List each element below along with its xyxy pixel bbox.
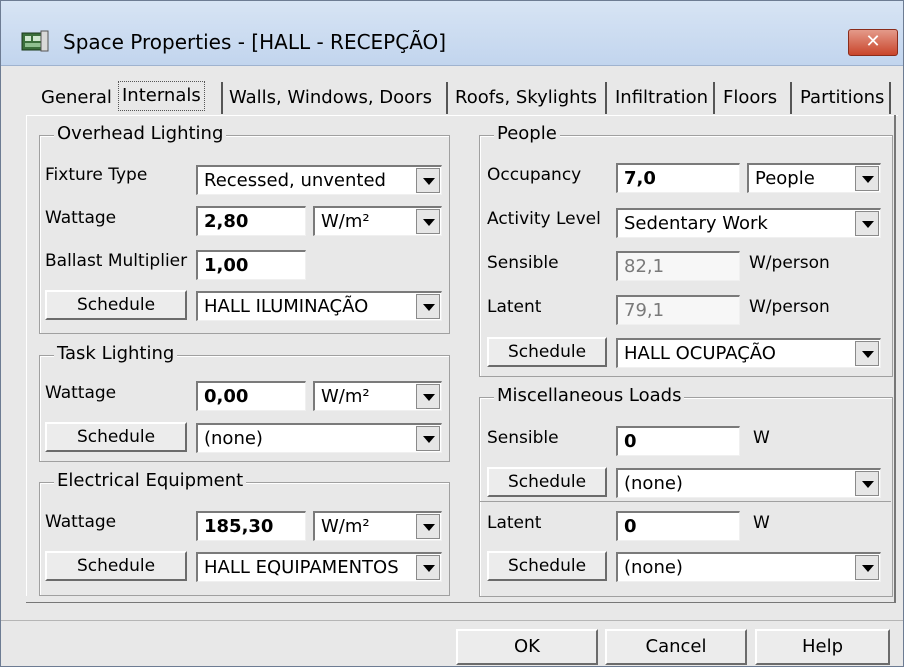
misc-sensible-input[interactable]: 0 <box>616 426 740 456</box>
unit-value: W/m² <box>321 516 370 537</box>
chevron-down-icon[interactable] <box>416 514 440 539</box>
unit-value: People <box>755 168 815 189</box>
fixture-type-label: Fixture Type <box>45 165 148 185</box>
equipment-schedule-button[interactable]: Schedule <box>45 551 187 581</box>
occupancy-label: Occupancy <box>487 165 582 185</box>
schedule-value: (none) <box>204 428 263 449</box>
misc-sensible-schedule-select[interactable]: (none) <box>616 468 881 498</box>
ok-button[interactable]: OK <box>456 629 598 665</box>
tab-partitions[interactable]: Partitions <box>800 81 884 115</box>
tab-floors[interactable]: Floors <box>723 81 777 115</box>
occupancy-input[interactable]: 7,0 <box>616 163 740 193</box>
close-icon: ✕ <box>865 31 881 52</box>
group-title: Electrical Equipment <box>54 470 247 491</box>
unit-value: W/m² <box>321 386 370 407</box>
fixture-type-value: Recessed, unvented <box>204 170 386 191</box>
schedule-value: HALL EQUIPAMENTOS <box>204 557 399 578</box>
tab-separator <box>713 82 715 114</box>
people-sensible-unit: W/person <box>749 253 830 273</box>
group-title: Miscellaneous Loads <box>494 385 685 406</box>
group-title: Task Lighting <box>54 343 178 364</box>
tab-separator <box>790 82 792 114</box>
misc-latent-unit: W <box>753 513 770 533</box>
chevron-down-icon[interactable] <box>855 471 879 496</box>
tab-internals[interactable]: Internals <box>118 81 205 111</box>
overhead-wattage-input[interactable]: 2,80 <box>196 206 306 236</box>
equipment-wattage-unit-select[interactable]: W/m² <box>313 511 442 541</box>
chevron-down-icon[interactable] <box>855 341 879 366</box>
activity-level-value: Sedentary Work <box>624 213 768 234</box>
chevron-down-icon[interactable] <box>416 555 440 580</box>
chevron-down-icon[interactable] <box>855 211 879 236</box>
overhead-schedule-select[interactable]: HALL ILUMINAÇÃO <box>196 291 442 321</box>
overhead-schedule-button[interactable]: Schedule <box>45 290 187 320</box>
misc-sensible-schedule-button[interactable]: Schedule <box>487 467 607 497</box>
tab-walls-windows-doors[interactable]: Walls, Windows, Doors <box>229 81 432 115</box>
chevron-down-icon[interactable] <box>855 555 879 580</box>
chevron-down-icon[interactable] <box>416 426 440 451</box>
unit-value: W/m² <box>321 211 370 232</box>
ballast-multiplier-input[interactable]: 1,00 <box>196 250 306 280</box>
app-icon <box>21 30 49 52</box>
window-title: Space Properties - [HALL - RECEPÇÃO] <box>63 30 447 54</box>
group-title: People <box>494 123 560 144</box>
equipment-wattage-input[interactable]: 185,30 <box>196 511 306 541</box>
tab-separator <box>446 82 448 114</box>
help-button[interactable]: Help <box>755 629 890 665</box>
task-schedule-select[interactable]: (none) <box>196 423 442 453</box>
misc-latent-label: Latent <box>487 513 542 533</box>
people-latent-field: 79,1 <box>616 295 740 325</box>
close-button[interactable]: ✕ <box>848 29 898 56</box>
activity-level-select[interactable]: Sedentary Work <box>616 208 881 238</box>
occupancy-unit-select[interactable]: People <box>747 163 881 193</box>
tab-general[interactable]: General <box>41 81 112 115</box>
cancel-button[interactable]: Cancel <box>605 629 747 665</box>
ballast-multiplier-label: Ballast Multiplier <box>45 251 188 271</box>
tab-separator <box>605 82 607 114</box>
group-title: Overhead Lighting <box>54 123 227 144</box>
misc-latent-schedule-button[interactable]: Schedule <box>487 551 607 581</box>
tab-roofs-skylights[interactable]: Roofs, Skylights <box>455 81 597 115</box>
chevron-down-icon[interactable] <box>416 294 440 319</box>
misc-divider <box>479 501 891 502</box>
equipment-wattage-label: Wattage <box>45 512 117 532</box>
chevron-down-icon[interactable] <box>416 384 440 409</box>
panel-border <box>26 602 896 603</box>
people-sensible-label: Sensible <box>487 253 559 273</box>
people-sensible-field: 82,1 <box>616 251 740 281</box>
tab-separator <box>889 82 891 114</box>
people-schedule-button[interactable]: Schedule <box>487 337 607 367</box>
chevron-down-icon[interactable] <box>855 166 879 191</box>
overhead-wattage-unit-select[interactable]: W/m² <box>313 206 442 236</box>
people-latent-unit: W/person <box>749 297 830 317</box>
task-wattage-input[interactable]: 0,00 <box>196 381 306 411</box>
task-wattage-label: Wattage <box>45 383 117 403</box>
people-schedule-select[interactable]: HALL OCUPAÇÃO <box>616 338 881 368</box>
misc-latent-schedule-select[interactable]: (none) <box>616 552 881 582</box>
tab-separator <box>221 82 223 114</box>
schedule-value: HALL ILUMINAÇÃO <box>204 296 369 317</box>
task-schedule-button[interactable]: Schedule <box>45 422 187 452</box>
activity-level-label: Activity Level <box>487 209 601 229</box>
chevron-down-icon[interactable] <box>416 209 440 234</box>
title-bar: Space Properties - [HALL - RECEPÇÃO] ✕ <box>1 1 903 66</box>
misc-sensible-unit: W <box>753 428 770 448</box>
schedule-value: HALL OCUPAÇÃO <box>624 343 776 364</box>
chevron-down-icon[interactable] <box>416 168 440 193</box>
fixture-type-select[interactable]: Recessed, unvented <box>196 165 442 195</box>
misc-latent-input[interactable]: 0 <box>616 511 740 541</box>
panel-border <box>894 115 896 603</box>
people-latent-label: Latent <box>487 297 542 317</box>
overhead-wattage-label: Wattage <box>45 208 117 228</box>
misc-sensible-label: Sensible <box>487 428 559 448</box>
tab-infiltration[interactable]: Infiltration <box>615 81 708 115</box>
footer-divider <box>1 620 903 621</box>
task-wattage-unit-select[interactable]: W/m² <box>313 381 442 411</box>
schedule-value: (none) <box>624 557 683 578</box>
schedule-value: (none) <box>624 473 683 494</box>
space-properties-dialog: Space Properties - [HALL - RECEPÇÃO] ✕ G… <box>0 0 904 667</box>
equipment-schedule-select[interactable]: HALL EQUIPAMENTOS <box>196 552 442 582</box>
